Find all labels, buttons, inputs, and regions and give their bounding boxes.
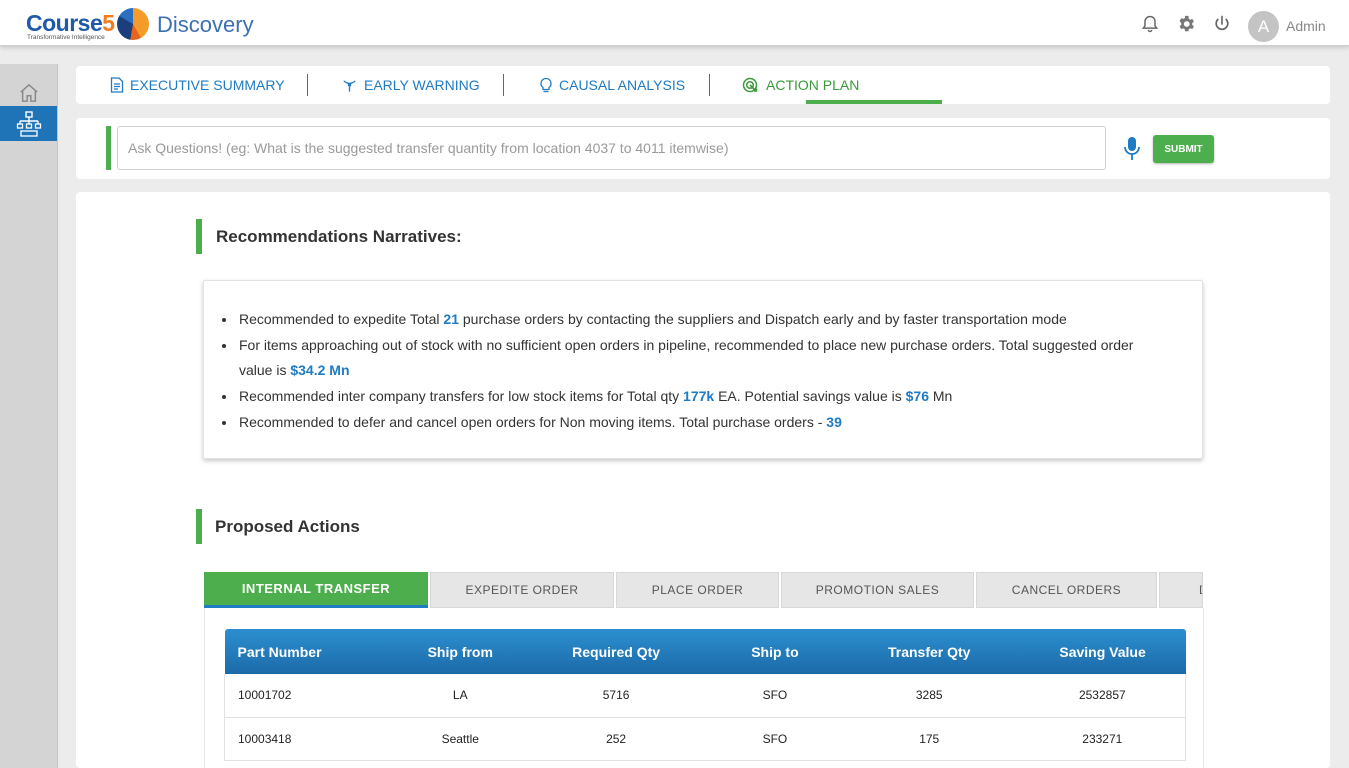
table-cell: 10001702	[224, 674, 400, 718]
tab-cancel-orders[interactable]: CANCEL ORDERS	[976, 572, 1157, 608]
logo-tagline: Transformative Intelligence	[27, 34, 105, 41]
module-tabs: EXECUTIVE SUMMARY EARLY WARNING CAUSAL A…	[76, 66, 1330, 104]
table-cell: Seattle	[399, 717, 522, 761]
recommendations-title: Recommendations Narratives:	[216, 227, 462, 246]
table-cell: SFO	[710, 717, 839, 761]
app-title: Discovery	[157, 12, 254, 37]
sidebar	[0, 64, 58, 768]
section-accent-bar	[196, 509, 202, 544]
internal-transfer-table: Part Number Ship from Required Qty Ship …	[224, 629, 1186, 761]
tab-executive-summary[interactable]: EXECUTIVE SUMMARY	[110, 66, 285, 104]
signal-icon	[343, 80, 356, 92]
recommendations-box: Recommended to expedite Total 21 purchas…	[203, 280, 1203, 459]
tab-expedite-order[interactable]: EXPEDITE ORDER	[430, 572, 614, 608]
table-cell: 3285	[838, 674, 1020, 718]
column-header[interactable]: Ship to	[710, 629, 839, 674]
proposed-actions-title: Proposed Actions	[215, 517, 360, 536]
tab-place-order[interactable]: PLACE ORDER	[616, 572, 779, 608]
ask-panel: SUBMIT	[76, 118, 1330, 179]
globe-logo-icon	[117, 8, 149, 40]
user-name[interactable]: Admin	[1286, 18, 1326, 34]
table-cell: 175	[838, 717, 1020, 761]
document-icon	[110, 77, 124, 93]
tab-divider	[307, 74, 308, 96]
column-header[interactable]: Saving Value	[1019, 629, 1186, 674]
list-item: Recommended to expedite Total 21 purchas…	[237, 307, 1167, 332]
recommendations-list: Recommended to expedite Total 21 purchas…	[237, 307, 1167, 436]
tab-early-warning[interactable]: EARLY WARNING	[341, 66, 480, 104]
gear-icon[interactable]	[1176, 14, 1196, 34]
section-accent-bar	[196, 219, 202, 254]
submit-button[interactable]: SUBMIT	[1153, 135, 1214, 163]
list-item: For items approaching out of stock with …	[237, 333, 1167, 383]
home-icon	[19, 83, 38, 102]
tab-internal-transfer[interactable]: INTERNAL TRANSFER	[204, 572, 428, 608]
table-cell: 252	[521, 717, 711, 761]
actions-table-panel: Part Number Ship from Required Qty Ship …	[204, 608, 1204, 768]
tab-action-plan[interactable]: ACTION PLAN	[742, 66, 859, 104]
lightbulb-icon	[540, 77, 552, 92]
question-input[interactable]	[117, 126, 1106, 170]
table-cell: LA	[399, 674, 522, 718]
top-header: Course5 Transformative Intelligence Disc…	[0, 0, 1349, 46]
column-header[interactable]: Part Number	[224, 629, 400, 674]
tab-divider	[709, 74, 710, 96]
main-content: Recommendations Narratives: Recommended …	[76, 192, 1330, 768]
network-icon	[16, 110, 41, 137]
bell-icon[interactable]	[1140, 14, 1160, 34]
tab-divider	[503, 74, 504, 96]
tab-causal-analysis[interactable]: CAUSAL ANALYSIS	[539, 66, 685, 104]
list-item: Recommended to defer and cancel open ord…	[237, 410, 1167, 435]
microphone-icon[interactable]	[1122, 136, 1142, 162]
table-cell: 10003418	[224, 717, 400, 761]
table-cell: SFO	[710, 674, 839, 718]
list-item: Recommended inter company transfers for …	[237, 384, 1167, 409]
column-header[interactable]: Required Qty	[521, 629, 711, 674]
active-tab-indicator	[806, 100, 942, 104]
table-row[interactable]: 10003418 Seattle 252 SFO 175 233271	[224, 717, 1186, 761]
table-header-row: Part Number Ship from Required Qty Ship …	[224, 629, 1186, 674]
tab-promotion-sales[interactable]: PROMOTION SALES	[781, 572, 974, 608]
sidebar-item-home[interactable]	[0, 76, 57, 110]
tab-overflow[interactable]: D	[1159, 572, 1203, 608]
column-header[interactable]: Ship from	[399, 629, 522, 674]
table-row[interactable]: 10001702 LA 5716 SFO 3285 2532857	[224, 674, 1186, 718]
avatar[interactable]: A	[1248, 11, 1279, 42]
target-icon	[742, 77, 758, 93]
column-header[interactable]: Transfer Qty	[838, 629, 1020, 674]
table-cell: 233271	[1019, 717, 1186, 761]
sidebar-item-network[interactable]	[0, 106, 57, 141]
table-cell: 2532857	[1019, 674, 1186, 718]
table-cell: 5716	[521, 674, 711, 718]
accent-bar	[106, 126, 111, 170]
power-icon[interactable]	[1212, 14, 1232, 34]
